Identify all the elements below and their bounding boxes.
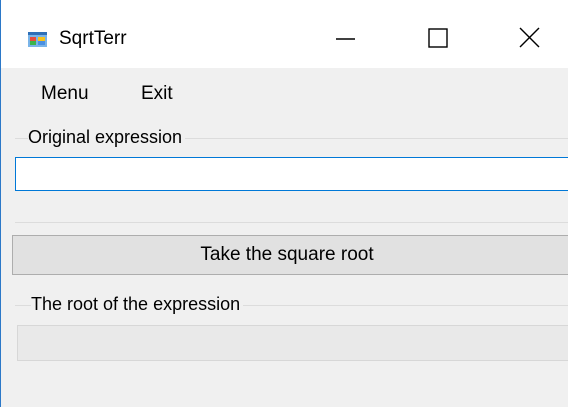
minimize-button[interactable] bbox=[315, 18, 375, 60]
menu-item-menu[interactable]: Menu bbox=[41, 83, 89, 105]
app-window: SqrtTerr Menu Exit Original expression T… bbox=[0, 0, 568, 407]
result-label: The root of the expression bbox=[31, 294, 244, 314]
close-icon bbox=[498, 18, 558, 60]
menu-bar: Menu Exit bbox=[1, 68, 568, 118]
take-square-root-button[interactable]: Take the square root bbox=[12, 235, 568, 275]
maximize-button[interactable] bbox=[407, 18, 467, 60]
menu-item-exit[interactable]: Exit bbox=[141, 83, 173, 105]
title-bar[interactable]: SqrtTerr bbox=[1, 0, 568, 68]
close-button[interactable] bbox=[498, 18, 558, 60]
result-output-field bbox=[17, 325, 568, 361]
winforms-app-icon bbox=[28, 30, 47, 47]
window-title: SqrtTerr bbox=[59, 28, 127, 49]
original-group-bottom-border bbox=[15, 222, 568, 223]
minimize-icon bbox=[315, 18, 375, 60]
maximize-icon bbox=[407, 18, 467, 60]
original-expression-input[interactable] bbox=[15, 157, 568, 191]
original-expression-label: Original expression bbox=[28, 127, 186, 147]
